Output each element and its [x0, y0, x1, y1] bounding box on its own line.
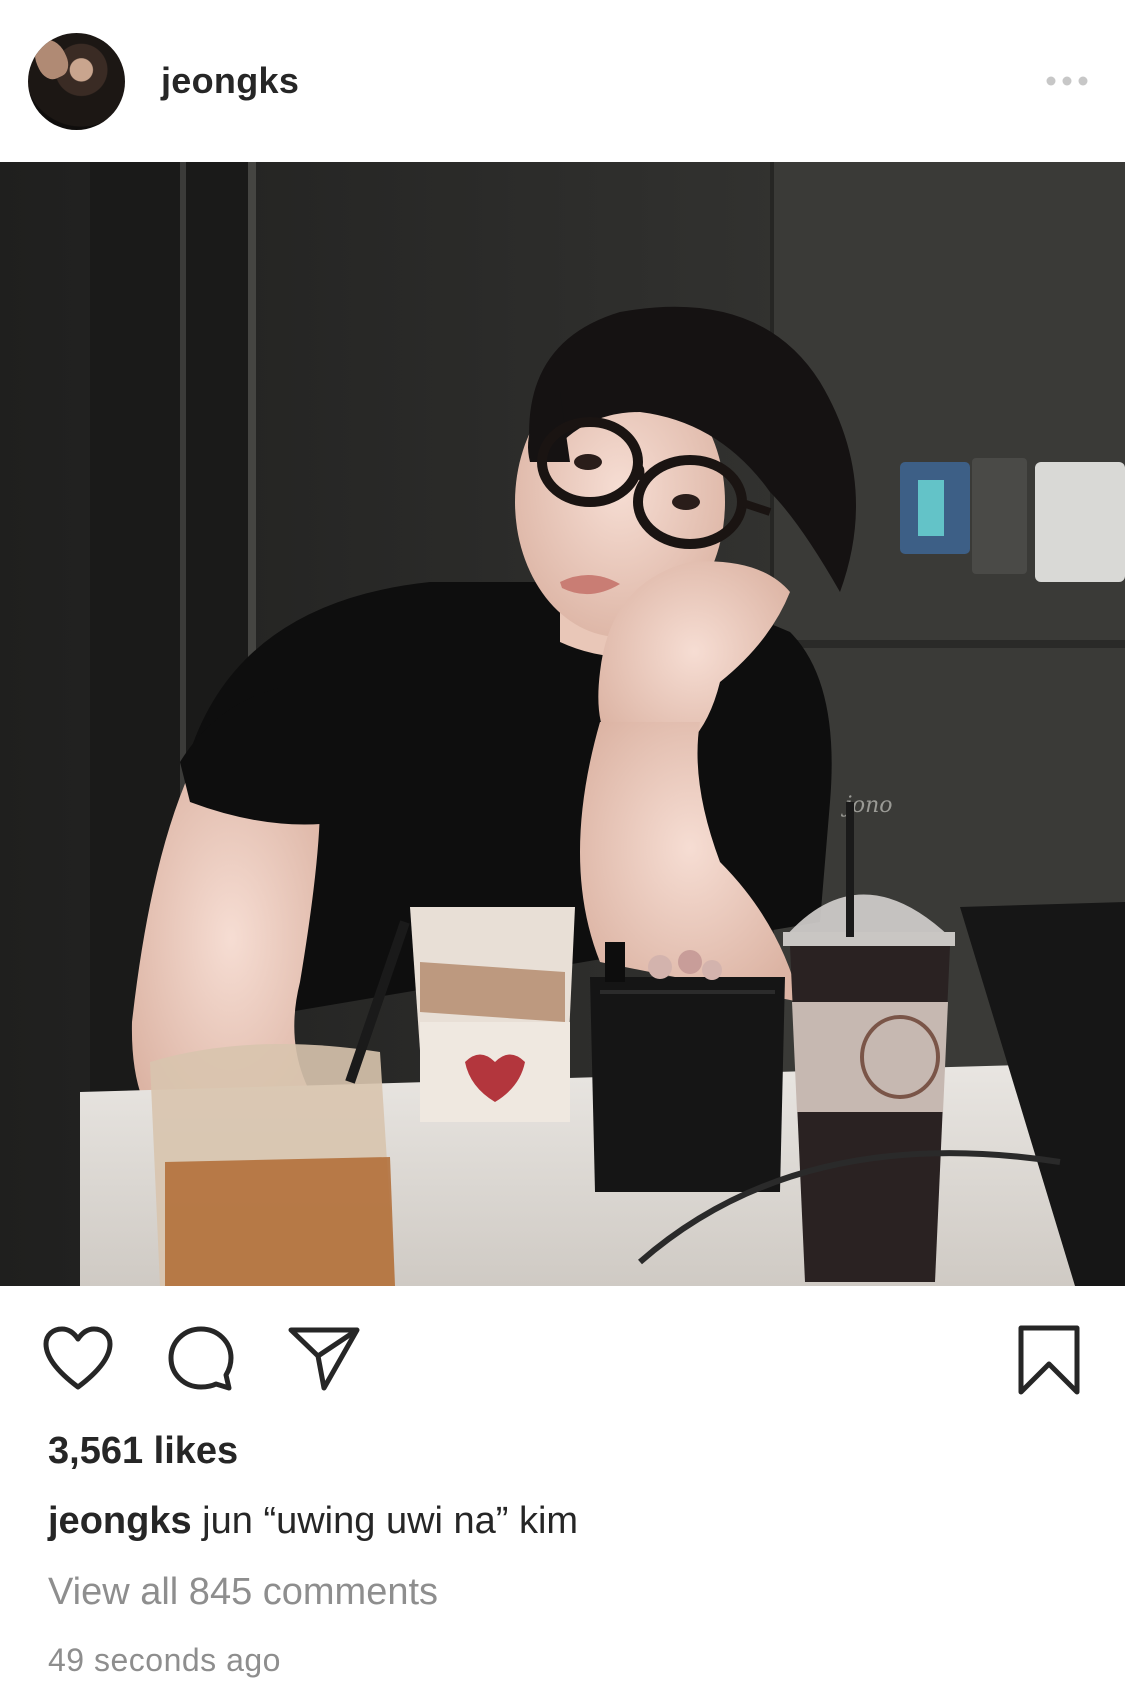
- caption-username[interactable]: jeongks: [48, 1500, 192, 1542]
- post-timestamp: 49 seconds ago: [48, 1642, 281, 1678]
- like-button[interactable]: [42, 1326, 114, 1397]
- view-all-comments-link[interactable]: View all 845 comments: [48, 1571, 438, 1614]
- more-horizontal-icon: [1046, 76, 1088, 86]
- caption: jeongks jun “uwing uwi na” kim: [48, 1500, 578, 1543]
- post-photo[interactable]: jono: [0, 162, 1125, 1286]
- paper-plane-icon: [288, 1327, 360, 1391]
- bookmark-icon: [1018, 1325, 1080, 1395]
- avatar-hand-detail: [28, 34, 74, 83]
- photo-illustration: jono: [0, 162, 1125, 1286]
- caption-text: jun “uwing uwi na” kim: [202, 1500, 579, 1542]
- avatar[interactable]: [28, 32, 125, 130]
- share-button[interactable]: [288, 1326, 360, 1397]
- post-username[interactable]: jeongks: [161, 60, 299, 102]
- post-header: jeongks: [0, 0, 1125, 162]
- heart-icon: [43, 1326, 113, 1390]
- likes-count[interactable]: 3,561 likes: [48, 1430, 238, 1473]
- comment-button[interactable]: [166, 1324, 236, 1399]
- comment-bubble-icon: [168, 1326, 234, 1391]
- more-options-button[interactable]: [1037, 61, 1097, 101]
- post-actions: [0, 1286, 1125, 1426]
- save-button[interactable]: [1017, 1324, 1081, 1401]
